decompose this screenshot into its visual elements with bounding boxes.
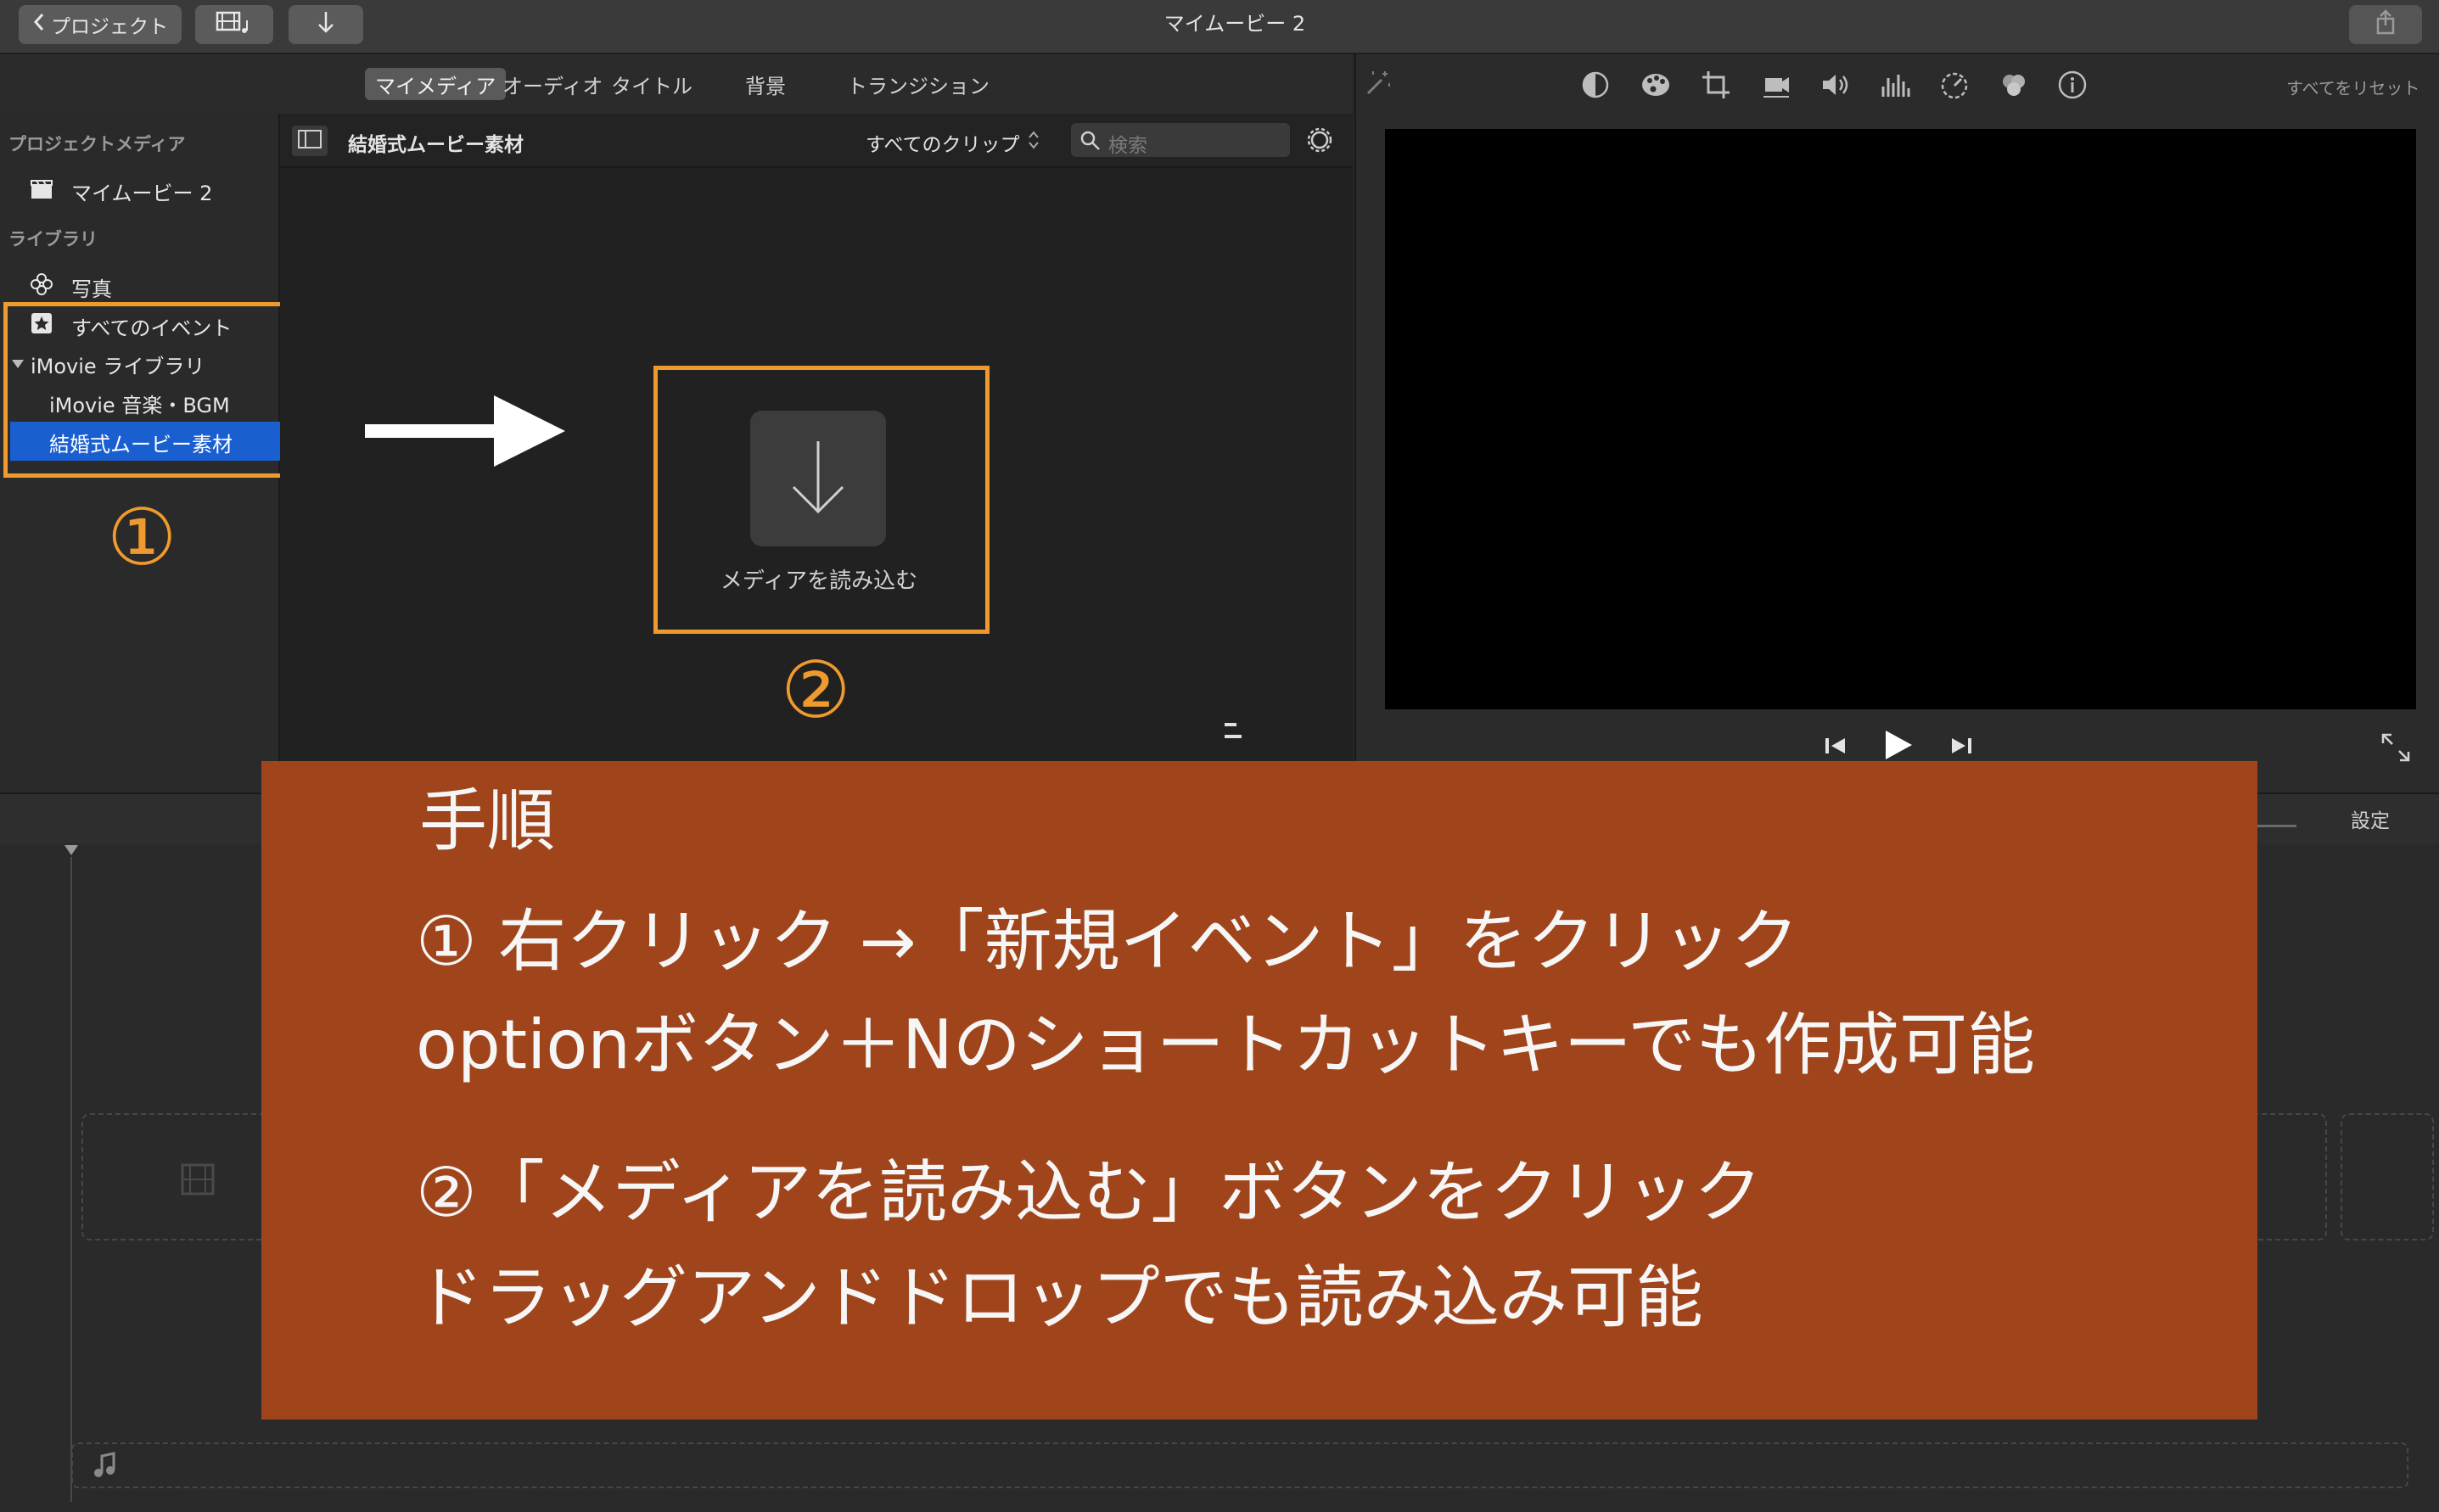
annotation-box-2: [653, 366, 990, 634]
play-icon[interactable]: [1881, 728, 1915, 765]
sidebar-item-photos[interactable]: 写真: [29, 272, 112, 302]
clip-filter-select[interactable]: すべてのクリップ: [866, 128, 1040, 157]
volume-icon[interactable]: [1819, 70, 1852, 104]
color-balance-icon[interactable]: [1580, 70, 1611, 104]
playhead-line: [70, 857, 72, 1502]
tab-audio[interactable]: オーディオ: [502, 68, 603, 100]
film-strip-icon: [180, 1162, 216, 1200]
crop-icon[interactable]: [1701, 70, 1731, 104]
search-placeholder: 検索: [1108, 135, 1147, 157]
sidebar-toggle-icon: [297, 129, 322, 153]
sidebar-item-photos-label: 写真: [71, 277, 112, 301]
import-toolbar-button[interactable]: [289, 5, 363, 44]
updown-chevron-icon: [1028, 129, 1040, 156]
instruction-step2-note: ドラッグアンドドロップでも読み込み可能: [416, 1258, 1703, 1337]
back-to-projects-button[interactable]: プロジェクト: [19, 5, 182, 44]
info-icon[interactable]: [2057, 70, 2088, 104]
download-arrow-icon: [316, 9, 336, 40]
window-title: マイムービー 2: [1163, 12, 1306, 36]
chevron-left-icon: [32, 12, 46, 37]
event-title: 結婚式ムービー素材: [348, 134, 524, 156]
tab-transitions[interactable]: トランジション: [847, 68, 990, 100]
skip-forward-icon[interactable]: [1948, 733, 1974, 762]
stabilization-camera-icon[interactable]: [1760, 70, 1792, 104]
search-field[interactable]: [1071, 123, 1290, 157]
project-media-header: プロジェクトメディア: [8, 134, 186, 154]
skip-back-icon[interactable]: [1823, 733, 1848, 762]
instruction-step2: ②「メディアを読み込む」ボタンをクリック: [416, 1153, 1763, 1232]
annotation-box-1: [3, 302, 289, 478]
sidebar-toggle-button[interactable]: [292, 126, 328, 156]
speed-gauge-icon[interactable]: [1938, 70, 1971, 104]
film-music-icon: [214, 8, 255, 41]
annotation-marker-1: ①: [107, 492, 177, 583]
clapperboard-icon: [29, 177, 54, 206]
resize-handle-icon[interactable]: [1222, 718, 1244, 747]
equalizer-icon[interactable]: [1879, 70, 1911, 104]
timeline-settings-button[interactable]: 設定: [2351, 804, 2390, 833]
clip-filter-label: すべてのクリップ: [866, 134, 1020, 156]
zoom-slider[interactable]: [2256, 806, 2296, 827]
search-icon: [1079, 130, 1102, 155]
media-toggle-button[interactable]: [195, 5, 273, 44]
sidebar-item-project-label: マイムービー 2: [71, 182, 213, 205]
gear-icon[interactable]: [1304, 124, 1336, 160]
instruction-step1-note: optionボタン＋Nのショートカットキーでも作成可能: [416, 1005, 2036, 1084]
tab-my-media[interactable]: マイメディア: [365, 68, 507, 100]
share-icon: [2373, 8, 2398, 41]
audio-drop-area[interactable]: [71, 1442, 2408, 1488]
fullscreen-icon[interactable]: [2380, 731, 2412, 767]
library-header: ライブラリ: [8, 229, 98, 249]
share-button[interactable]: [2349, 5, 2422, 44]
video-preview: [1385, 129, 2416, 709]
right-arrow-icon: [363, 390, 567, 475]
annotation-marker-2: ②: [781, 645, 851, 736]
clip-filter-icon[interactable]: [1998, 70, 2030, 104]
photos-flower-icon: [29, 272, 54, 302]
tab-backgrounds[interactable]: 背景: [745, 68, 786, 100]
color-palette-icon[interactable]: [1640, 70, 1672, 104]
instruction-heading: 手順: [419, 781, 555, 860]
back-button-label: プロジェクト: [51, 16, 168, 38]
video-drop-area-end: [2341, 1113, 2434, 1240]
sidebar-item-project[interactable]: マイムービー 2: [29, 176, 212, 206]
tab-titles[interactable]: タイトル: [611, 68, 692, 100]
instruction-step1: ① 右クリック →「新規イベント」をクリック: [416, 902, 1799, 981]
reset-all-button[interactable]: すべてをリセット: [2286, 75, 2419, 99]
music-note-icon: [92, 1451, 117, 1483]
magic-wand-icon[interactable]: [1361, 68, 1393, 104]
